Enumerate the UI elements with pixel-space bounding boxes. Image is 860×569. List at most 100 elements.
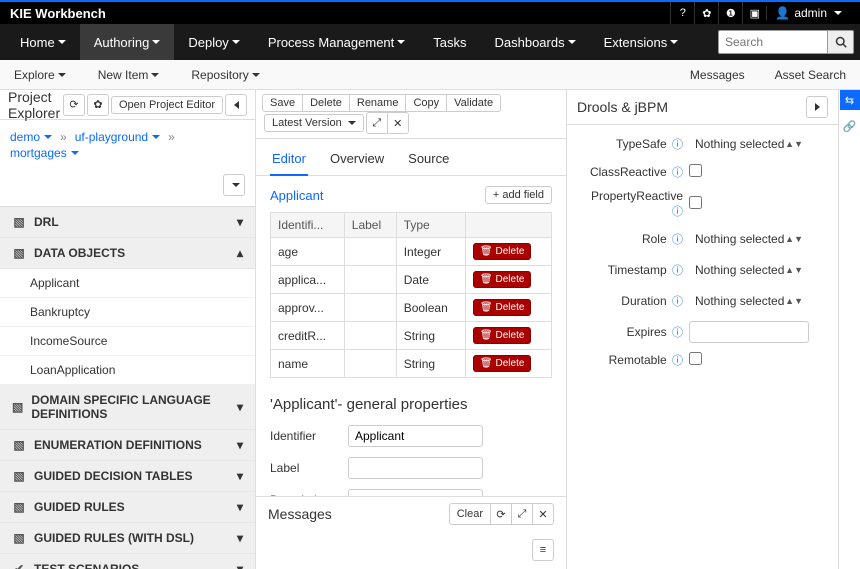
save-button[interactable]: Save — [262, 94, 303, 112]
breadcrumb-collapse-button[interactable] — [223, 174, 245, 196]
settings-button[interactable]: ✿ — [87, 94, 109, 116]
explorer-title: Project Explorer — [8, 90, 63, 121]
submenu-repository[interactable]: Repository — [183, 68, 267, 82]
expires-input[interactable] — [689, 321, 809, 343]
info-icon[interactable]: ❶ — [718, 2, 742, 24]
messages-close-button[interactable]: ✕ — [532, 503, 554, 525]
rail-toggle-button[interactable]: ⇆ — [840, 90, 860, 110]
typesafe-select[interactable]: Nothing selected▲▼ — [689, 133, 809, 155]
messages-clear-button[interactable]: Clear — [449, 503, 491, 525]
table-row[interactable]: creditR...String🗑Delete — [271, 322, 552, 350]
tree-item-applicant[interactable]: Applicant — [0, 269, 255, 298]
tree-section-test-scenarios[interactable]: ✔TEST SCENARIOS▾ — [0, 554, 255, 569]
info-icon[interactable]: ⓘ — [672, 206, 683, 218]
caret-icon: ▾ — [237, 562, 243, 569]
file-icon: ▧ — [12, 531, 26, 545]
classreactive-checkbox[interactable] — [689, 164, 702, 177]
tree-item-bankruptcy[interactable]: Bankruptcy — [0, 298, 255, 327]
info-icon[interactable]: ⓘ — [672, 327, 683, 339]
collapse-explorer-button[interactable] — [225, 94, 247, 116]
prop-row-classreactive: ClassReactive ⓘ — [567, 164, 838, 180]
expand-button[interactable]: ⤢ — [366, 112, 388, 134]
menu-home[interactable]: Home — [6, 24, 80, 60]
label-input[interactable] — [348, 457, 483, 479]
tree-item-loanapplication[interactable]: LoanApplication — [0, 356, 255, 385]
submenu-asset-search[interactable]: Asset Search — [767, 68, 854, 82]
menu-process-management[interactable]: Process Management — [254, 24, 419, 60]
validate-button[interactable]: Validate — [446, 94, 501, 112]
delete-field-button[interactable]: 🗑Delete — [473, 355, 532, 372]
caret-down-icon — [152, 40, 160, 44]
briefcase-icon[interactable]: ▣ — [742, 2, 766, 24]
table-row[interactable]: nameString🗑Delete — [271, 350, 552, 378]
tree-section-drl[interactable]: ▧DRL▾ — [0, 207, 255, 238]
tree-section-enumeration-definitions[interactable]: ▧ENUMERATION DEFINITIONS▾ — [0, 430, 255, 461]
delete-field-button[interactable]: 🗑Delete — [473, 271, 532, 288]
help-icon[interactable]: ? — [670, 2, 694, 24]
propertyreactive-checkbox[interactable] — [689, 196, 702, 209]
open-project-editor-button[interactable]: Open Project Editor — [111, 96, 223, 114]
search-button[interactable] — [828, 30, 854, 54]
collapse-properties-button[interactable] — [806, 96, 828, 118]
tree-section-domain-specific-language-definitions[interactable]: ▧DOMAIN SPECIFIC LANGUAGE DEFINITIONS▾ — [0, 385, 255, 430]
identifier-label: Identifier — [270, 425, 348, 443]
role-select[interactable]: Nothing selected▲▼ — [689, 228, 809, 250]
info-icon[interactable]: ⓘ — [672, 139, 683, 151]
rename-button[interactable]: Rename — [349, 94, 407, 112]
submenu-messages[interactable]: Messages — [682, 68, 753, 82]
tree-section-data-objects[interactable]: ▧DATA OBJECTS▴ — [0, 238, 255, 269]
submenu-new-item[interactable]: New Item — [90, 68, 168, 82]
menu-dashboards[interactable]: Dashboards — [481, 24, 590, 60]
gear-icon[interactable]: ✿ — [694, 2, 718, 24]
info-icon[interactable]: ⓘ — [672, 265, 683, 277]
close-editor-button[interactable]: ✕ — [387, 112, 409, 134]
messages-refresh-button[interactable]: ⟳ — [490, 503, 512, 525]
trash-icon: 🗑 — [480, 302, 493, 313]
tree-section-guided-rules-with-dsl-[interactable]: ▧GUIDED RULES (WITH DSL)▾ — [0, 523, 255, 554]
table-row[interactable]: applica...Date🗑Delete — [271, 266, 552, 294]
tree-item-incomesource[interactable]: IncomeSource — [0, 327, 255, 356]
tree-section-guided-decision-tables[interactable]: ▧GUIDED DECISION TABLES▾ — [0, 461, 255, 492]
version-dropdown[interactable]: Latest Version — [264, 114, 364, 132]
description-textarea[interactable] — [348, 489, 483, 496]
messages-expand-button[interactable]: ⤢ — [511, 503, 533, 525]
tab-editor[interactable]: Editor — [270, 147, 308, 176]
refresh-button[interactable]: ⟳ — [63, 94, 85, 116]
menu-authoring[interactable]: Authoring — [80, 24, 175, 60]
menu-deploy[interactable]: Deploy — [174, 24, 253, 60]
table-row[interactable]: ageInteger🗑Delete — [271, 238, 552, 266]
remotable-checkbox[interactable] — [689, 352, 702, 365]
caret-down-icon — [58, 40, 66, 44]
delete-field-button[interactable]: 🗑Delete — [473, 243, 532, 260]
delete-button[interactable]: Delete — [302, 94, 350, 112]
column-header: Identifi... — [271, 213, 345, 238]
info-icon[interactable]: ⓘ — [672, 296, 683, 308]
table-row[interactable]: approv...Boolean🗑Delete — [271, 294, 552, 322]
breadcrumb-demo[interactable]: demo — [10, 130, 52, 144]
messages-list-button[interactable]: ≡ — [532, 539, 554, 561]
info-icon[interactable]: ⓘ — [672, 355, 683, 367]
caret-down-icon — [151, 73, 159, 77]
global-search-input[interactable] — [718, 30, 828, 54]
user-menu[interactable]: 👤 admin — [766, 6, 850, 20]
breadcrumb-uf-playground[interactable]: uf-playground — [75, 130, 160, 144]
tab-overview[interactable]: Overview — [328, 147, 386, 175]
breadcrumb-mortgages[interactable]: mortgages — [10, 146, 79, 160]
identifier-input[interactable] — [348, 425, 483, 447]
add-field-button[interactable]: + add field — [485, 186, 552, 204]
rail-link-button[interactable]: 🔗 — [840, 116, 860, 136]
copy-button[interactable]: Copy — [405, 94, 447, 112]
info-icon[interactable]: ⓘ — [672, 234, 683, 246]
duration-select[interactable]: Nothing selected▲▼ — [689, 290, 809, 312]
editor-toolbar: SaveDeleteRenameCopyValidate Latest Vers… — [256, 90, 566, 139]
menu-extensions[interactable]: Extensions — [590, 24, 693, 60]
delete-field-button[interactable]: 🗑Delete — [473, 327, 532, 344]
menu-tasks[interactable]: Tasks — [419, 24, 480, 60]
submenu-explore[interactable]: Explore — [6, 68, 74, 82]
tab-source[interactable]: Source — [406, 147, 451, 175]
tree-section-guided-rules[interactable]: ▧GUIDED RULES▾ — [0, 492, 255, 523]
object-name-link[interactable]: Applicant — [270, 188, 323, 203]
delete-field-button[interactable]: 🗑Delete — [473, 299, 532, 316]
timestamp-select[interactable]: Nothing selected▲▼ — [689, 259, 809, 281]
info-icon[interactable]: ⓘ — [672, 167, 683, 179]
